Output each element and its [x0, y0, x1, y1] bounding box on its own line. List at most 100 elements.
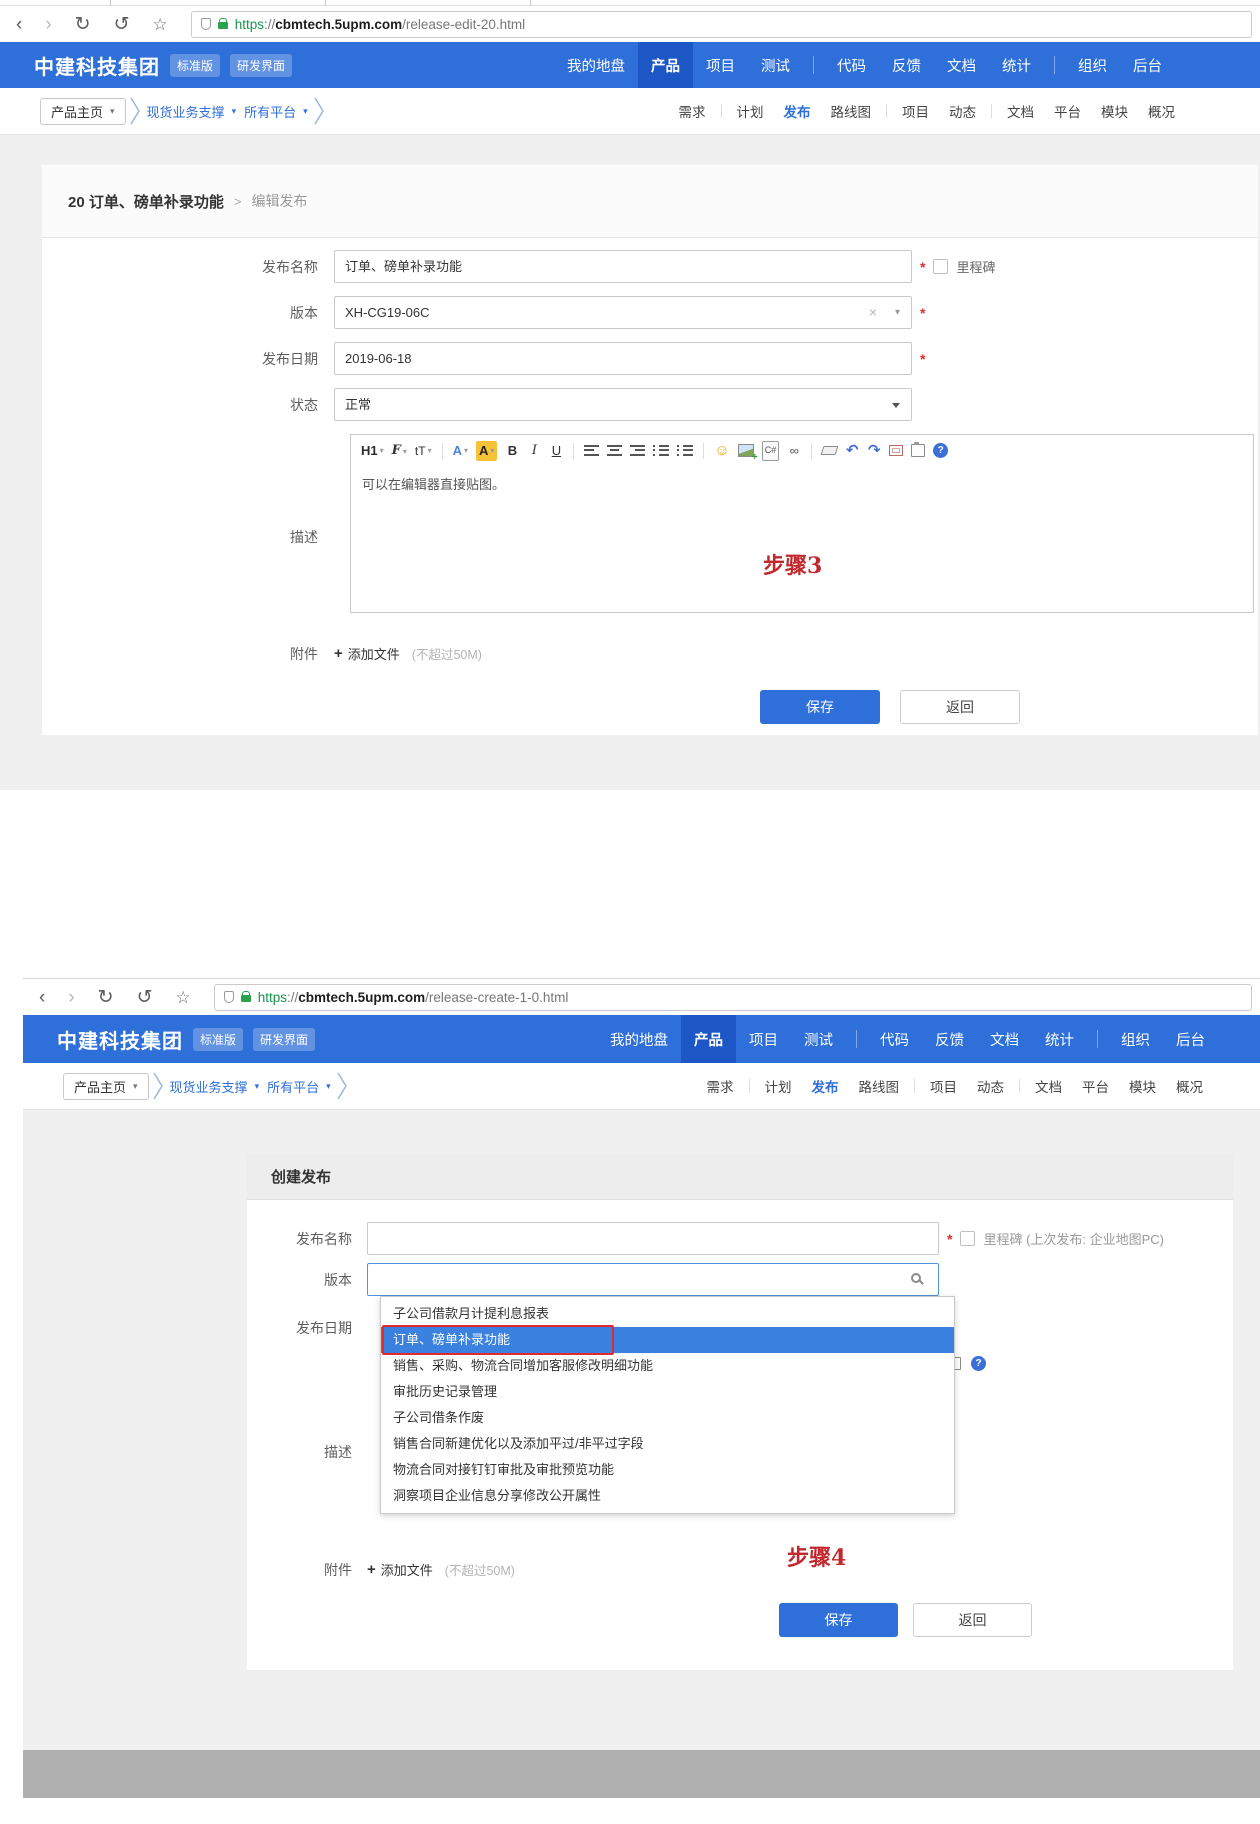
insert-image[interactable]: [737, 444, 758, 463]
release-date-input[interactable]: 2019-06-18: [334, 342, 912, 375]
release-name-input[interactable]: [367, 1222, 939, 1255]
status-select[interactable]: 正常: [334, 388, 912, 421]
topnav-item[interactable]: 统计: [989, 42, 1044, 88]
subnav-item[interactable]: 路线图: [859, 1076, 900, 1096]
topnav-item[interactable]: 项目: [693, 42, 748, 88]
product-selector[interactable]: 现货业务支撑 ▾: [170, 1077, 260, 1096]
ordered-list[interactable]: [653, 445, 670, 456]
milestone-checkbox[interactable]: [933, 259, 949, 274]
highlight-color[interactable]: A: [475, 440, 498, 461]
add-file-link[interactable]: 添加文件: [348, 644, 400, 663]
add-file-link[interactable]: 添加文件: [381, 1560, 433, 1579]
bookmark-star-icon[interactable]: ☆: [153, 16, 168, 33]
dropdown-option[interactable]: 洞察项目企业信息分享修改公开属性: [381, 1483, 954, 1509]
topnav-item[interactable]: 反馈: [922, 1015, 977, 1063]
topnav-item[interactable]: 文档: [934, 42, 989, 88]
subnav-item[interactable]: 计划: [765, 1076, 792, 1096]
description-editor[interactable]: 可以在编辑器直接贴图。: [350, 466, 1254, 613]
subnav-item[interactable]: 路线图: [831, 101, 872, 121]
topnav-item[interactable]: 我的地盘: [597, 1015, 681, 1063]
heading[interactable]: H1: [361, 441, 384, 461]
subnav-item[interactable]: 发布: [812, 1076, 839, 1096]
product-home-dropdown[interactable]: 产品主页 ▾: [63, 1072, 149, 1100]
eraser[interactable]: [820, 446, 839, 455]
forward-button[interactable]: ›: [68, 988, 74, 1007]
dropdown-option[interactable]: 销售、采购、物流合同增加客服修改明细功能: [381, 1353, 954, 1379]
dropdown-option[interactable]: 子公司借款月计提利息报表: [381, 1301, 954, 1327]
emoticon[interactable]: ☺: [714, 441, 729, 461]
editor-tool[interactable]: [573, 442, 575, 459]
topnav-item[interactable]: 后台: [1163, 1015, 1218, 1063]
redo[interactable]: ↷: [867, 441, 881, 461]
subnav-item[interactable]: 项目: [902, 101, 929, 121]
subnav-item[interactable]: 项目: [930, 1076, 957, 1096]
dropdown-option[interactable]: 销售合同新建优化以及添加平过/非平过字段: [381, 1431, 954, 1457]
unordered-list[interactable]: [677, 445, 694, 456]
history-button[interactable]: ↺: [137, 988, 153, 1007]
bookmark-star-icon[interactable]: ☆: [176, 989, 191, 1006]
italic[interactable]: I: [527, 441, 541, 461]
subnav-item[interactable]: 平台: [1054, 101, 1081, 121]
font-size[interactable]: tT: [415, 441, 432, 461]
reload-button[interactable]: ↻: [75, 15, 91, 34]
insert-link[interactable]: ∞: [787, 441, 801, 461]
forward-button[interactable]: ›: [45, 15, 51, 34]
dropdown-option[interactable]: 审批历史记录管理: [381, 1379, 954, 1405]
brand-logo[interactable]: 中建科技集团: [57, 1025, 183, 1054]
topnav-item[interactable]: 后台: [1120, 42, 1175, 88]
save-button[interactable]: 保存: [779, 1603, 898, 1637]
product-selector[interactable]: 现货业务支撑 ▾: [147, 102, 237, 121]
align-right[interactable]: [630, 445, 646, 456]
undo[interactable]: ↶: [845, 441, 859, 461]
product-home-dropdown[interactable]: 产品主页 ▾: [40, 97, 126, 125]
topnav-item[interactable]: 代码: [867, 1015, 922, 1063]
subnav-item[interactable]: 模块: [1101, 101, 1128, 121]
topnav-item[interactable]: 测试: [791, 1015, 846, 1063]
history-button[interactable]: ↺: [114, 15, 130, 34]
platform-selector[interactable]: 所有平台 ▾: [267, 1077, 331, 1096]
bold[interactable]: B: [505, 441, 519, 461]
topnav-item[interactable]: 统计: [1032, 1015, 1087, 1063]
topnav-item[interactable]: 文档: [977, 1015, 1032, 1063]
reload-button[interactable]: ↻: [98, 988, 114, 1007]
subnav-item[interactable]: 文档: [1007, 101, 1034, 121]
topnav-item[interactable]: 我的地盘: [554, 42, 638, 88]
topnav-item[interactable]: 产品: [681, 1015, 736, 1063]
topnav-item[interactable]: 组织: [1065, 42, 1120, 88]
back-button[interactable]: ‹: [16, 15, 22, 34]
font-family[interactable]: F: [392, 441, 407, 461]
underline[interactable]: U: [549, 441, 563, 461]
topnav-item[interactable]: 代码: [824, 42, 879, 88]
topnav-item[interactable]: 测试: [748, 42, 803, 88]
milestone-checkbox[interactable]: [960, 1231, 976, 1246]
subnav-item[interactable]: 概况: [1176, 1076, 1203, 1096]
subnav-item[interactable]: 需求: [707, 1076, 734, 1096]
brand-logo[interactable]: 中建科技集团: [34, 51, 160, 80]
save-button[interactable]: 保存: [760, 690, 880, 724]
align-center[interactable]: [607, 445, 623, 456]
subnav-item[interactable]: 计划: [737, 101, 764, 121]
editor-help[interactable]: ?: [933, 443, 949, 458]
topnav-item[interactable]: 组织: [1108, 1015, 1163, 1063]
subnav-item[interactable]: 动态: [949, 101, 976, 121]
editor-tool[interactable]: [441, 442, 443, 459]
topnav-item[interactable]: 反馈: [879, 42, 934, 88]
chevron-down-icon[interactable]: ▾: [895, 297, 900, 328]
build-select[interactable]: XH-CG19-06C × ▾: [334, 296, 912, 329]
fullscreen[interactable]: [889, 445, 904, 456]
subnav-item[interactable]: 模块: [1129, 1076, 1156, 1096]
subnav-item[interactable]: 概况: [1148, 101, 1175, 121]
address-bar[interactable]: https://cbmtech.5upm.com/release-create-…: [213, 983, 1252, 1011]
topnav-item[interactable]: 项目: [736, 1015, 791, 1063]
dropdown-option[interactable]: 物流合同对接钉钉审批及审批预览功能: [381, 1457, 954, 1483]
editor-tool[interactable]: [811, 442, 813, 459]
build-search-input[interactable]: [367, 1263, 939, 1296]
topnav-item[interactable]: 产品: [638, 42, 693, 88]
subnav-item[interactable]: 平台: [1082, 1076, 1109, 1096]
platform-selector[interactable]: 所有平台 ▾: [244, 102, 308, 121]
align-left[interactable]: [584, 445, 600, 456]
subnav-item[interactable]: 文档: [1035, 1076, 1062, 1096]
address-bar[interactable]: https://cbmtech.5upm.com/release-edit-20…: [190, 10, 1252, 38]
back-button-form[interactable]: 返回: [900, 690, 1020, 724]
subnav-item[interactable]: 发布: [784, 101, 811, 121]
